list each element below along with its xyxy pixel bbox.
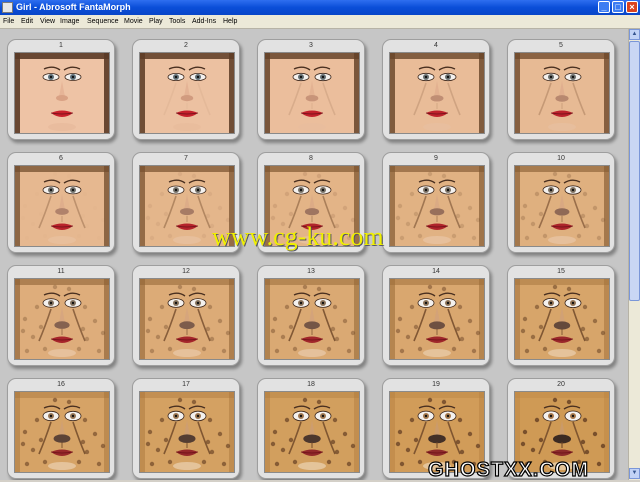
morph-face-image bbox=[14, 52, 110, 134]
frame-number: 20 bbox=[557, 381, 565, 388]
frame-thumbnail-grid: 1 2 3 4 5 6 7 8 9 10 11 12 13 14 15 16 17 18 19 20 bbox=[0, 29, 628, 480]
scroll-down-button[interactable]: ▼ bbox=[629, 468, 640, 479]
menu-add-ins[interactable]: Add-Ins bbox=[192, 15, 216, 28]
morph-face-image bbox=[14, 278, 110, 360]
frame-number: 1 bbox=[59, 42, 63, 49]
menu-bar: File Edit View Image Sequence Movie Play… bbox=[0, 15, 640, 29]
frame-thumbnail[interactable]: 13 bbox=[257, 265, 365, 366]
vertical-scrollbar[interactable]: ▲ ▼ bbox=[628, 29, 640, 480]
scroll-up-button[interactable]: ▲ bbox=[629, 29, 640, 40]
morph-face-image bbox=[514, 165, 610, 247]
frame-number: 10 bbox=[557, 155, 565, 162]
menu-play[interactable]: Play bbox=[149, 15, 163, 28]
frame-number: 17 bbox=[182, 381, 190, 388]
morph-face-image bbox=[139, 278, 235, 360]
maximize-button[interactable]: □ bbox=[612, 1, 624, 13]
morph-face-image bbox=[389, 165, 485, 247]
frame-thumbnail[interactable]: 4 bbox=[382, 39, 490, 140]
morph-face-image bbox=[389, 52, 485, 134]
frame-number: 6 bbox=[59, 155, 63, 162]
frame-number: 14 bbox=[432, 268, 440, 275]
frame-thumbnail[interactable]: 3 bbox=[257, 39, 365, 140]
frame-thumbnail[interactable]: 16 bbox=[7, 378, 115, 479]
app-icon[interactable] bbox=[2, 2, 13, 13]
morph-face-image bbox=[139, 52, 235, 134]
watermark-text: www.cg-ku.com bbox=[212, 222, 384, 251]
morph-face-image bbox=[264, 391, 360, 473]
scroll-thumb[interactable] bbox=[629, 41, 640, 301]
morph-face-image bbox=[514, 278, 610, 360]
morph-face-image bbox=[264, 278, 360, 360]
frame-thumbnail[interactable]: 1 bbox=[7, 39, 115, 140]
frame-thumbnail[interactable]: 17 bbox=[132, 378, 240, 479]
menu-view[interactable]: View bbox=[40, 15, 55, 28]
window-title: Girl - Abrosoft FantaMorph bbox=[16, 2, 131, 12]
menu-edit[interactable]: Edit bbox=[21, 15, 33, 28]
morph-face-image bbox=[139, 391, 235, 473]
frame-number: 19 bbox=[432, 381, 440, 388]
frame-thumbnail[interactable]: 2 bbox=[132, 39, 240, 140]
frame-thumbnail[interactable]: 18 bbox=[257, 378, 365, 479]
minimize-button[interactable]: _ bbox=[598, 1, 610, 13]
frame-number: 4 bbox=[434, 42, 438, 49]
menu-sequence[interactable]: Sequence bbox=[87, 15, 119, 28]
morph-face-image bbox=[14, 165, 110, 247]
frame-number: 12 bbox=[182, 268, 190, 275]
morph-face-image bbox=[264, 52, 360, 134]
morph-face-image bbox=[389, 278, 485, 360]
frame-number: 7 bbox=[184, 155, 188, 162]
menu-image[interactable]: Image bbox=[60, 15, 79, 28]
menu-file[interactable]: File bbox=[3, 15, 14, 28]
frame-thumbnail[interactable]: 15 bbox=[507, 265, 615, 366]
frame-thumbnail[interactable]: 12 bbox=[132, 265, 240, 366]
frame-number: 11 bbox=[57, 268, 65, 275]
frame-thumbnail[interactable]: 9 bbox=[382, 152, 490, 253]
morph-face-image bbox=[14, 391, 110, 473]
frame-number: 9 bbox=[434, 155, 438, 162]
menu-tools[interactable]: Tools bbox=[169, 15, 185, 28]
title-bar: Girl - Abrosoft FantaMorph _ □ × bbox=[0, 0, 640, 15]
frame-number: 8 bbox=[309, 155, 313, 162]
frame-thumbnail[interactable]: 14 bbox=[382, 265, 490, 366]
frame-thumbnail[interactable]: 10 bbox=[507, 152, 615, 253]
frame-thumbnail[interactable]: 5 bbox=[507, 39, 615, 140]
frame-number: 5 bbox=[559, 42, 563, 49]
frame-thumbnail[interactable]: 11 bbox=[7, 265, 115, 366]
close-button[interactable]: × bbox=[626, 1, 638, 13]
brand-watermark: GHOSTXX.COM bbox=[427, 458, 590, 481]
frame-number: 16 bbox=[57, 381, 65, 388]
frame-number: 13 bbox=[307, 268, 315, 275]
frame-thumbnail[interactable]: 6 bbox=[7, 152, 115, 253]
frame-number: 18 bbox=[307, 381, 315, 388]
frame-number: 15 bbox=[557, 268, 565, 275]
morph-face-image bbox=[514, 52, 610, 134]
frame-number: 3 bbox=[309, 42, 313, 49]
menu-help[interactable]: Help bbox=[223, 15, 237, 28]
menu-movie[interactable]: Movie bbox=[124, 15, 143, 28]
frame-number: 2 bbox=[184, 42, 188, 49]
